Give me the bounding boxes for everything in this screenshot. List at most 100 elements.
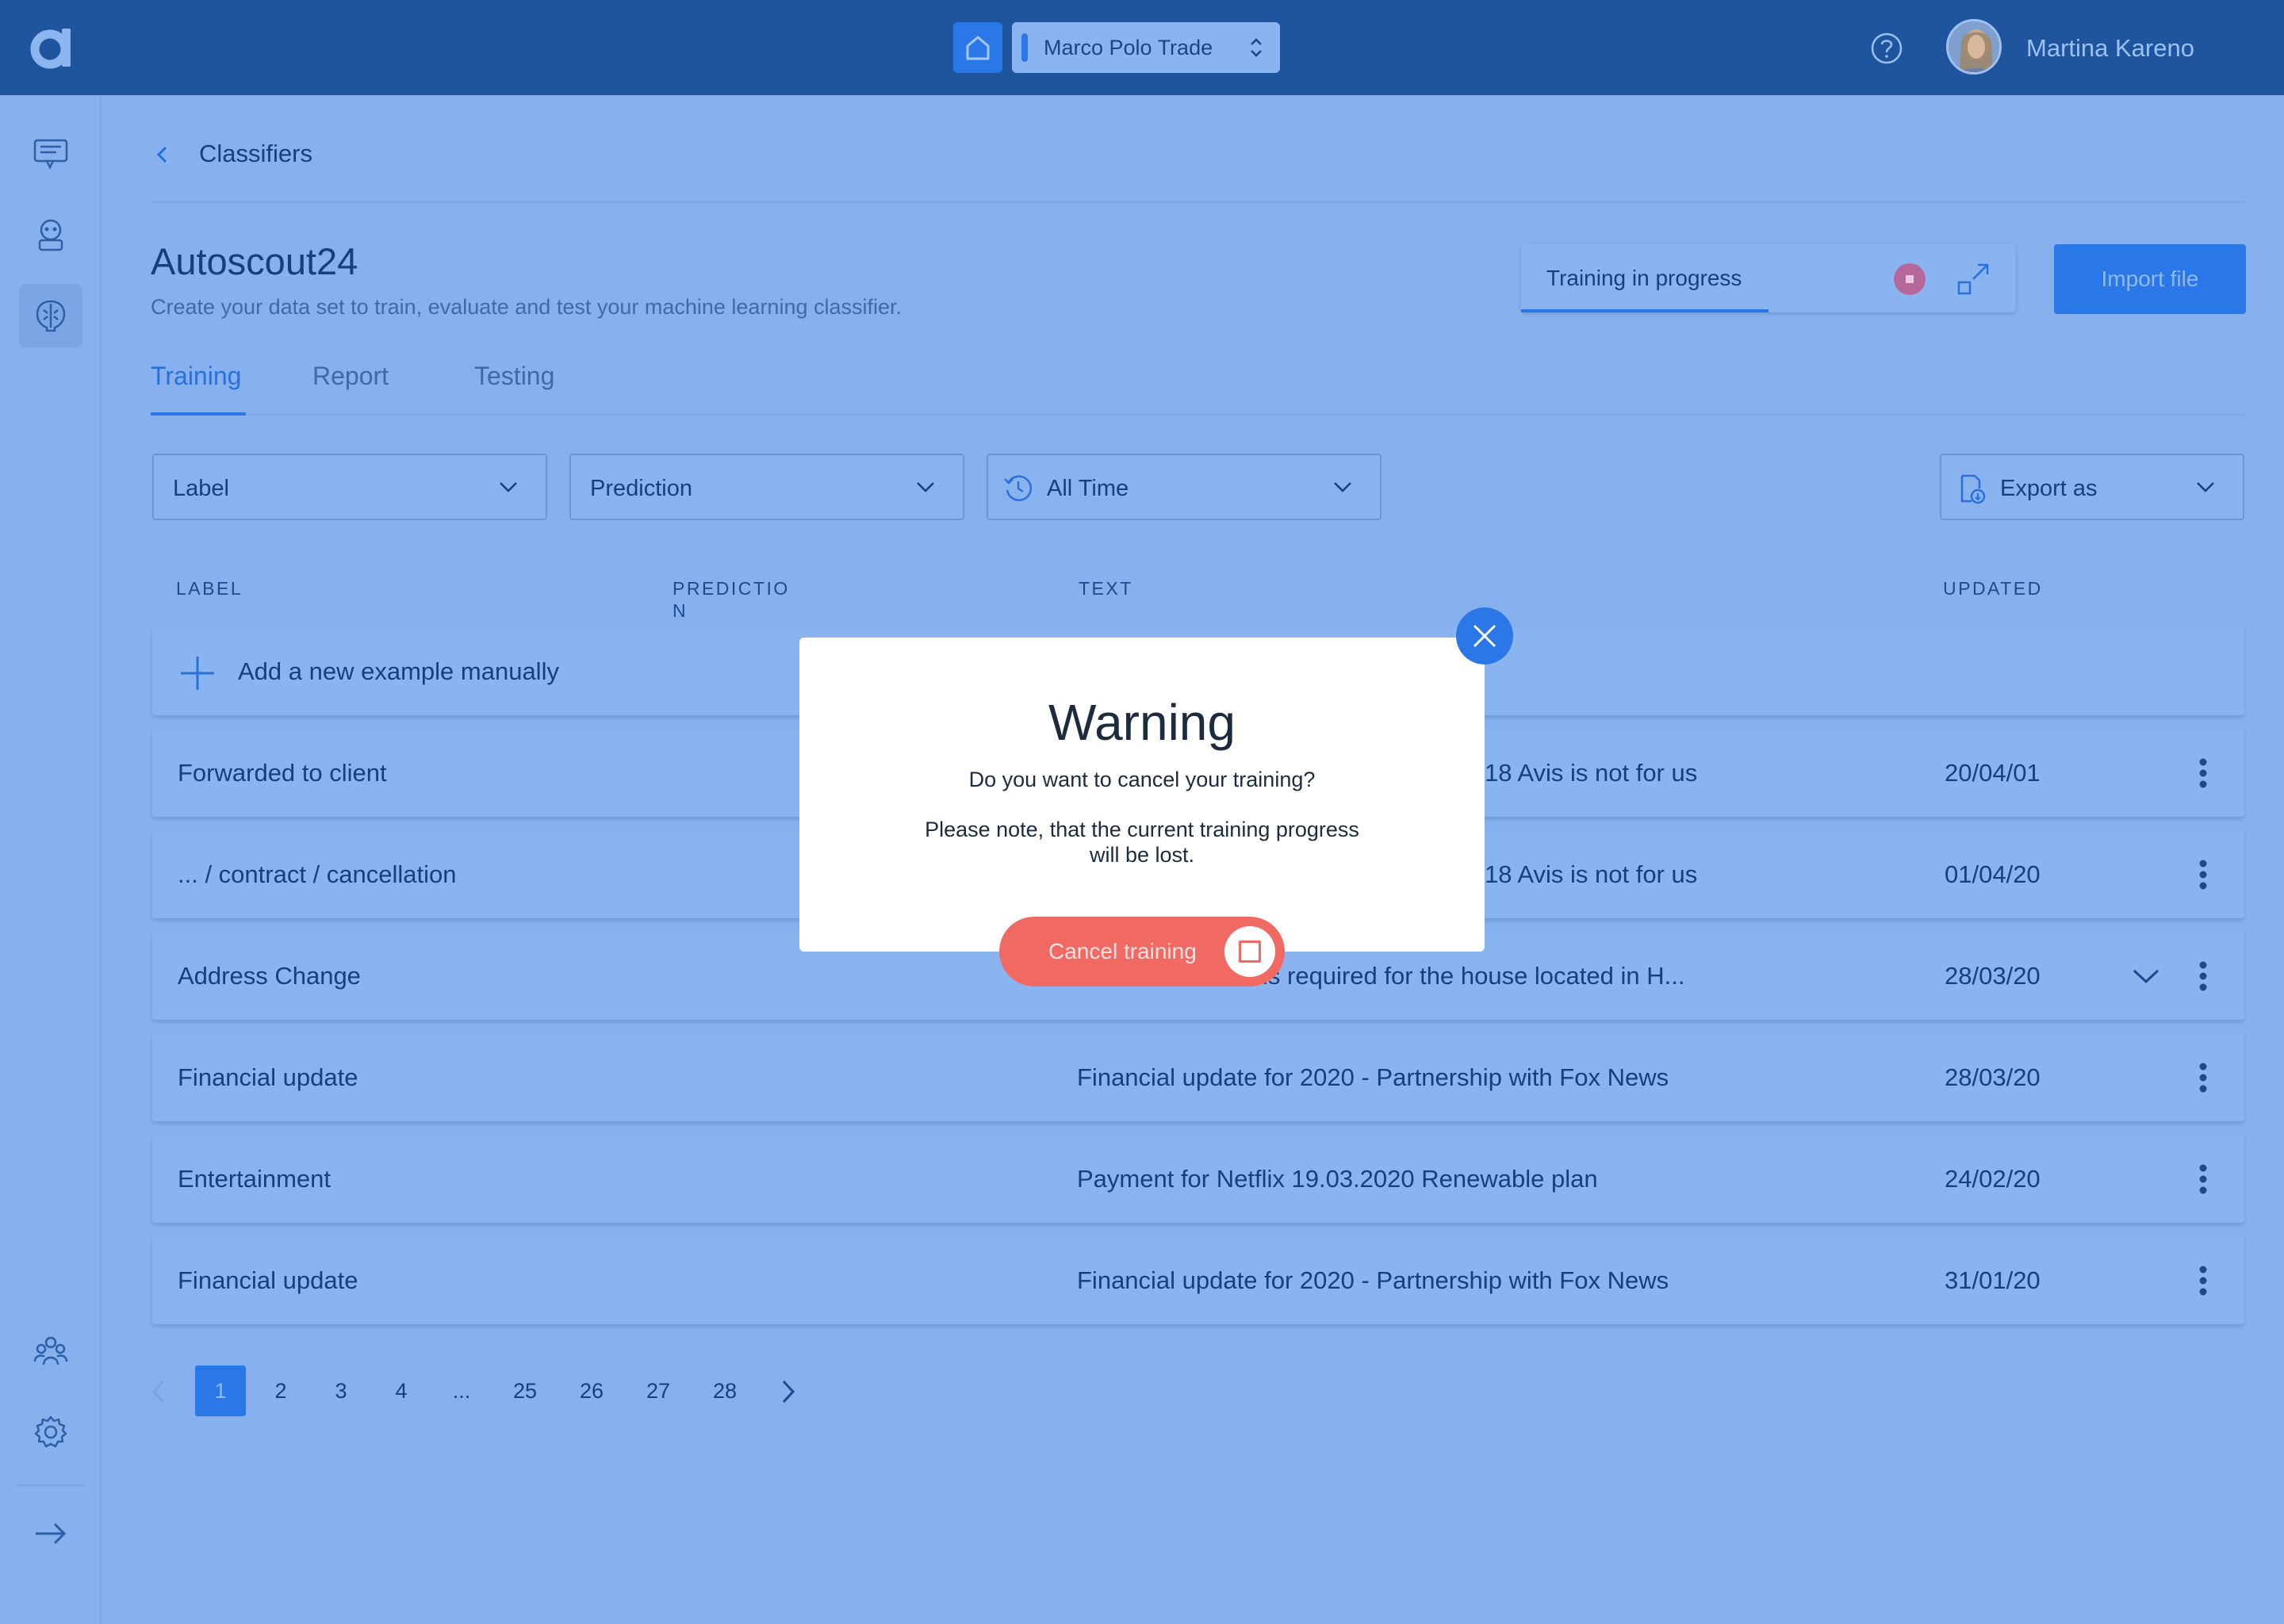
- row-text: 18 Avis is not for us: [1485, 759, 1698, 787]
- import-file-button[interactable]: Import file: [2054, 244, 2246, 314]
- training-progress-fill: [1521, 309, 1769, 312]
- row-updated: 20/04/01: [1945, 759, 2041, 787]
- help-icon[interactable]: [1870, 32, 1903, 65]
- time-filter[interactable]: All Time: [987, 454, 1382, 520]
- page-number[interactable]: 25: [500, 1365, 550, 1416]
- cancel-training-button[interactable]: Cancel training: [999, 917, 1285, 986]
- breadcrumb[interactable]: Classifiers: [199, 140, 312, 168]
- page-number[interactable]: 26: [566, 1365, 617, 1416]
- org-color-bar: [1021, 33, 1028, 62]
- organization-select[interactable]: Marco Polo Trade: [1012, 22, 1280, 73]
- plus-icon: [181, 657, 214, 690]
- chevron-down-icon: [2197, 482, 2214, 492]
- sidebar-item-messages[interactable]: [19, 122, 82, 186]
- sidebar: [0, 95, 102, 1624]
- column-header-prediction-line1: PREDICTIO: [673, 578, 790, 599]
- row-label: Address Change: [178, 962, 361, 990]
- arrow-right-icon: [36, 1522, 67, 1545]
- row-label: Forwarded to client: [178, 759, 387, 787]
- time-filter-value: All Time: [1047, 476, 1129, 501]
- home-button[interactable]: [953, 22, 1002, 73]
- page-number[interactable]: 1: [195, 1365, 246, 1416]
- column-header-text[interactable]: TEXT: [1079, 577, 1133, 599]
- active-tab-indicator: [151, 412, 246, 416]
- column-header-label[interactable]: LABEL: [176, 577, 243, 599]
- sidebar-item-settings[interactable]: [19, 1400, 82, 1464]
- column-header-prediction-line2: N: [673, 600, 688, 621]
- chevron-down-icon[interactable]: [2132, 967, 2160, 985]
- bot-icon: [38, 219, 63, 251]
- next-page-icon[interactable]: [779, 1378, 798, 1405]
- sidebar-item-classifiers[interactable]: [19, 284, 82, 347]
- tabs-divider: [151, 414, 2244, 416]
- modal-title: Warning: [1048, 694, 1236, 751]
- gear-icon: [34, 1415, 67, 1448]
- more-vertical-icon[interactable]: [2198, 1062, 2208, 1094]
- more-vertical-icon[interactable]: [2198, 960, 2208, 992]
- sidebar-divider: [17, 1484, 84, 1486]
- label-filter-value: Label: [173, 476, 229, 501]
- row-label: Financial update: [178, 1063, 358, 1091]
- more-vertical-icon[interactable]: [2198, 1265, 2208, 1297]
- sidebar-item-collapse[interactable]: [19, 1502, 82, 1565]
- page-number[interactable]: 3: [316, 1365, 366, 1416]
- chevron-down-icon: [500, 482, 517, 492]
- table-row[interactable]: Financial update Financial update for 20…: [152, 1034, 2244, 1121]
- avatar-image: [1949, 21, 1999, 72]
- column-header-prediction[interactable]: PREDICTIO N: [673, 577, 790, 622]
- stop-training-button[interactable]: [1894, 263, 1926, 295]
- page-number[interactable]: 28: [699, 1365, 750, 1416]
- more-vertical-icon[interactable]: [2198, 1163, 2208, 1195]
- column-header-updated[interactable]: UPDATED: [1943, 577, 2043, 599]
- prediction-filter[interactable]: Prediction: [569, 454, 964, 520]
- export-dropdown[interactable]: Export as: [1940, 454, 2244, 520]
- row-text: Payment for Netflix 19.03.2020 Renewable…: [1077, 1165, 1598, 1193]
- tab-training[interactable]: Training: [151, 362, 241, 391]
- cancel-training-label: Cancel training: [1048, 939, 1197, 963]
- tab-report[interactable]: Report: [312, 362, 389, 391]
- back-chevron-icon[interactable]: [151, 143, 174, 167]
- top-bar: Marco Polo Trade Martina Kareno: [0, 0, 2284, 95]
- warning-modal: Warning Do you want to cancel your train…: [799, 638, 1485, 952]
- page-number[interactable]: 4: [376, 1365, 427, 1416]
- row-label: Financial update: [178, 1266, 358, 1294]
- export-file-icon: [1960, 474, 1986, 504]
- home-icon: [966, 36, 990, 60]
- row-label: Entertainment: [178, 1165, 331, 1193]
- training-status-label: Training in progress: [1546, 266, 1742, 290]
- label-filter[interactable]: Label: [152, 454, 547, 520]
- updown-chevron-icon: [1251, 38, 1262, 57]
- row-updated: 28/03/20: [1945, 962, 2041, 990]
- page-number[interactable]: 27: [633, 1365, 684, 1416]
- user-name[interactable]: Martina Kareno: [2026, 0, 2194, 97]
- training-progress-bar: [1521, 309, 2016, 312]
- expand-icon[interactable]: [1956, 262, 1991, 297]
- history-icon: [1004, 475, 1033, 501]
- row-updated: 31/01/20: [1945, 1266, 2041, 1294]
- avatar[interactable]: [1946, 19, 2002, 75]
- more-vertical-icon[interactable]: [2198, 757, 2208, 789]
- page-number[interactable]: 2: [255, 1365, 306, 1416]
- table-row[interactable]: Entertainment Payment for Netflix 19.03.…: [152, 1136, 2244, 1223]
- row-updated: 24/02/20: [1945, 1165, 2041, 1193]
- a-logo-icon[interactable]: [27, 24, 75, 71]
- modal-question: Do you want to cancel your training?: [968, 768, 1316, 791]
- previous-page-icon[interactable]: [149, 1378, 168, 1405]
- row-text: 18 Avis is not for us: [1485, 860, 1698, 888]
- training-status-card: Training in progress: [1521, 244, 2016, 312]
- table-row[interactable]: Financial update Financial update for 20…: [152, 1237, 2244, 1324]
- chevron-down-icon: [1334, 482, 1351, 492]
- sidebar-item-bots[interactable]: [19, 203, 82, 266]
- close-modal-button[interactable]: [1456, 607, 1513, 665]
- close-icon: [1473, 624, 1496, 648]
- row-label: ... / contract / cancellation: [178, 860, 457, 888]
- page-ellipsis: ...: [452, 1379, 471, 1403]
- more-vertical-icon[interactable]: [2198, 859, 2208, 891]
- chevron-down-icon: [917, 482, 934, 492]
- row-updated: 01/04/20: [1945, 860, 2041, 888]
- tab-testing[interactable]: Testing: [474, 362, 554, 391]
- page-title: Autoscout24: [151, 240, 358, 282]
- messages-icon: [33, 139, 68, 170]
- sidebar-item-team[interactable]: [19, 1320, 82, 1383]
- brain-icon: [36, 300, 66, 332]
